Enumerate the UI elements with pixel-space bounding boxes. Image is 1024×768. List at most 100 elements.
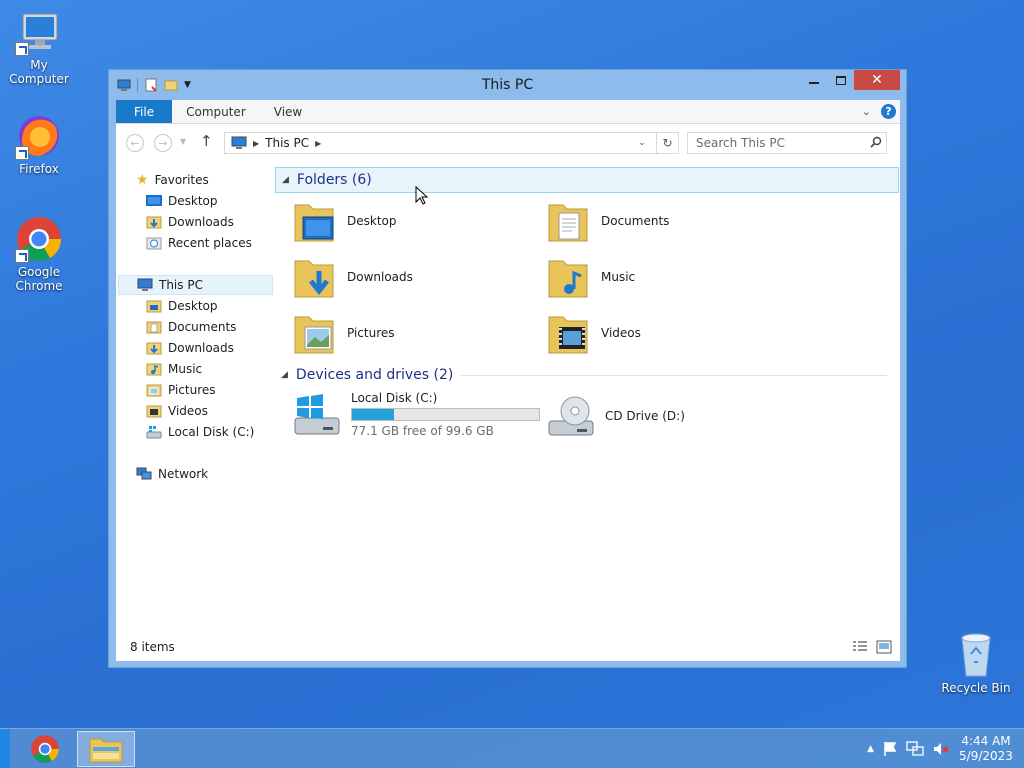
address-bar[interactable]: ▶ This PC ▶ ⌄ ↻: [224, 132, 679, 154]
folder-label: Downloads: [347, 270, 413, 284]
downloads-folder-icon: [146, 342, 162, 355]
taskbar-file-explorer[interactable]: [77, 731, 135, 767]
nav-pc-pictures[interactable]: Pictures: [146, 380, 216, 400]
folder-tile-videos[interactable]: Videos: [547, 309, 641, 357]
navigation-bar: ← → ▼ ↑ ▶ This PC ▶ ⌄ ↻ Search This PC: [116, 124, 900, 160]
folder-icon: [146, 300, 162, 313]
folder-label: Music: [601, 270, 636, 284]
pictures-folder-icon: [294, 316, 334, 354]
ribbon-tabs: File Computer View ⌄ ?: [116, 100, 900, 124]
action-center-flag-icon[interactable]: [882, 741, 898, 757]
nav-fav-recent-places[interactable]: Recent places: [146, 233, 252, 253]
videos-folder-icon: [146, 405, 162, 418]
nav-pc-videos[interactable]: Videos: [146, 401, 208, 421]
navigation-pane: ★ Favorites Desktop Downloads Recent pla…: [116, 160, 276, 633]
shortcut-arrow-icon: [15, 146, 29, 160]
nav-favorites[interactable]: ★ Favorites: [136, 170, 209, 190]
group-header-devices[interactable]: ◢ Devices and drives (2): [275, 362, 895, 388]
clock-time: 4:44 AM: [961, 734, 1011, 748]
status-bar: 8 items: [116, 633, 900, 661]
nav-label: Videos: [168, 404, 208, 418]
nav-fav-desktop[interactable]: Desktop: [146, 191, 218, 211]
nav-pc-local-disk[interactable]: Local Disk (C:): [146, 422, 254, 442]
nav-fav-downloads[interactable]: Downloads: [146, 212, 234, 232]
drive-usage-fill: [352, 409, 395, 420]
nav-pc-desktop[interactable]: Desktop: [146, 296, 218, 316]
system-tray: ▲ 4:44 AM 5/9/2023: [867, 729, 1024, 768]
desktop-icon-firefox[interactable]: Firefox: [0, 112, 79, 176]
desktop-icon-label: My Computer: [9, 58, 69, 86]
show-hidden-icons-icon[interactable]: ▲: [867, 744, 874, 754]
chrome-icon: [31, 735, 59, 763]
chevron-right-icon[interactable]: ▶: [253, 139, 259, 148]
folder-label: Documents: [601, 214, 670, 228]
chevron-right-icon[interactable]: ▶: [315, 139, 321, 148]
nav-pc-music[interactable]: Music: [146, 359, 202, 379]
up-button[interactable]: ↑: [200, 132, 213, 150]
drive-tile-cd-drive[interactable]: CD Drive (D:): [547, 393, 685, 439]
folder-tile-downloads[interactable]: Downloads: [293, 253, 413, 301]
cd-drive-icon: [548, 396, 594, 436]
group-header-folders[interactable]: ◢ Folders (6): [275, 167, 899, 193]
tab-computer[interactable]: Computer: [172, 100, 260, 123]
tab-file[interactable]: File: [116, 100, 173, 123]
file-explorer-icon: [89, 738, 123, 763]
tab-view[interactable]: View: [260, 100, 316, 123]
network-status-icon[interactable]: [906, 741, 924, 757]
mouse-cursor-icon: [415, 186, 429, 205]
search-box[interactable]: Search This PC: [687, 132, 887, 154]
computer-small-icon: [137, 278, 153, 291]
desktop-icon-recycle-bin[interactable]: Recycle Bin: [940, 630, 1012, 695]
nav-label: Downloads: [168, 215, 234, 229]
minimize-button[interactable]: [800, 70, 827, 90]
address-path[interactable]: This PC: [265, 136, 309, 150]
forward-button[interactable]: →: [154, 134, 172, 152]
drive-free-space: 77.1 GB free of 99.6 GB: [351, 424, 494, 438]
group-title: Devices and drives (2): [295, 367, 454, 383]
folder-tile-pictures[interactable]: Pictures: [293, 309, 395, 357]
expand-ribbon-icon[interactable]: ⌄: [862, 105, 871, 118]
title-bar[interactable]: ▼ This PC ✕: [109, 70, 906, 100]
folder-tile-desktop[interactable]: Desktop: [293, 197, 397, 245]
drive-name: Local Disk (C:): [351, 391, 438, 405]
nav-label: Favorites: [154, 173, 209, 187]
item-count: 8 items: [130, 640, 175, 654]
computer-small-icon: [231, 136, 247, 149]
volume-muted-icon[interactable]: [932, 741, 950, 757]
nav-network[interactable]: Network: [136, 464, 208, 484]
star-icon: ★: [136, 172, 149, 188]
desktop-icon-my-computer[interactable]: My Computer: [0, 8, 79, 86]
recent-places-icon: [146, 237, 162, 250]
network-icon: [136, 467, 152, 480]
windows-drive-icon: [294, 393, 340, 434]
shortcut-arrow-icon: [15, 42, 29, 56]
nav-label: Downloads: [168, 341, 234, 355]
start-button[interactable]: [0, 729, 10, 768]
back-button[interactable]: ←: [126, 134, 144, 152]
large-icons-view-icon[interactable]: [876, 640, 892, 654]
search-icon[interactable]: [866, 136, 886, 151]
drive-usage-bar: [351, 408, 540, 421]
address-dropdown-icon[interactable]: ⌄: [634, 138, 650, 148]
search-input[interactable]: Search This PC: [696, 136, 785, 150]
collapse-triangle-icon[interactable]: ◢: [281, 370, 288, 380]
maximize-button[interactable]: [827, 70, 854, 90]
nav-label: Pictures: [168, 383, 216, 397]
clock[interactable]: 4:44 AM 5/9/2023: [958, 734, 1014, 764]
nav-this-pc[interactable]: This PC: [118, 275, 273, 295]
refresh-button[interactable]: ↻: [656, 132, 678, 154]
folder-tile-documents[interactable]: Documents: [547, 197, 669, 245]
drive-tile-local-disk[interactable]: Local Disk (C:) 77.1 GB free of 99.6 GB: [293, 391, 540, 438]
folder-tile-music[interactable]: Music: [547, 253, 635, 301]
help-icon[interactable]: ?: [881, 104, 896, 119]
desktop-icon-label: Google Chrome: [15, 265, 63, 293]
desktop-icon-google-chrome[interactable]: Google Chrome: [0, 215, 79, 293]
close-button[interactable]: ✕: [854, 70, 900, 90]
window-controls: ✕: [800, 70, 900, 90]
details-view-icon[interactable]: [852, 640, 868, 654]
taskbar-chrome[interactable]: [16, 731, 74, 767]
recent-locations-icon[interactable]: ▼: [180, 137, 186, 146]
collapse-triangle-icon[interactable]: ◢: [282, 175, 289, 185]
nav-pc-downloads[interactable]: Downloads: [146, 338, 234, 358]
nav-pc-documents[interactable]: Documents: [146, 317, 236, 337]
